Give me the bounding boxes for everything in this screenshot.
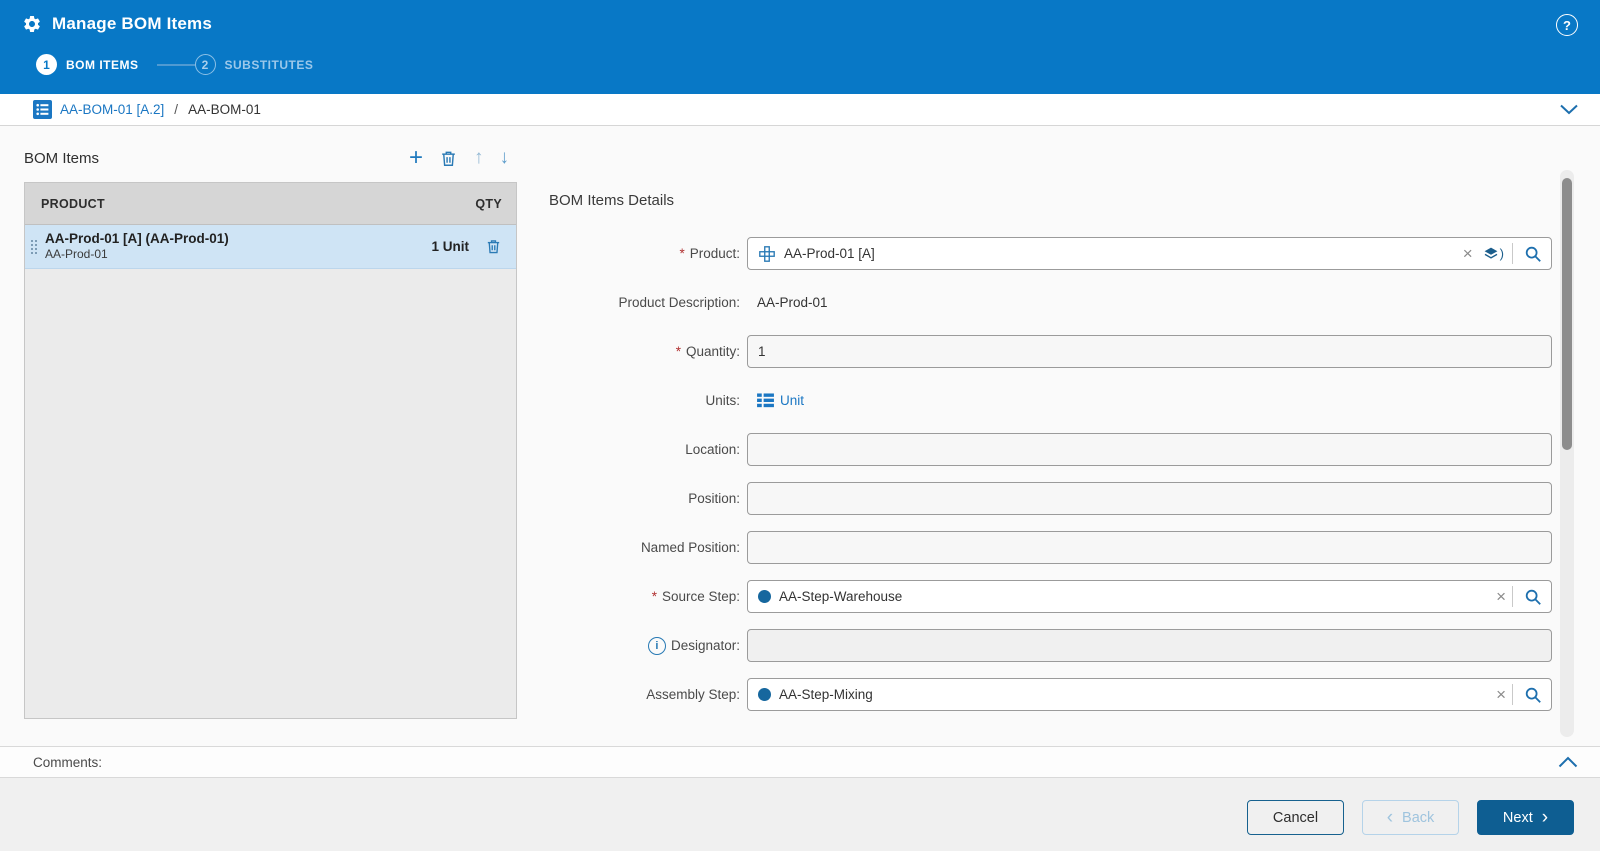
product-description-value: AA-Prod-01	[757, 295, 828, 310]
breadcrumb-current: AA-BOM-01	[188, 102, 261, 117]
bom-items-panel: BOM Items + ↑ ↓ PRODUCT QTY AA-Prod-01 […	[24, 126, 517, 746]
step-connector-line	[157, 64, 195, 66]
chevron-left-icon: ‹	[1387, 808, 1393, 827]
clear-icon[interactable]: ×	[1492, 686, 1510, 703]
source-step-value: AA-Step-Warehouse	[779, 589, 902, 604]
table-row[interactable]: AA-Prod-01 [A] (AA-Prod-01) AA-Prod-01 1…	[25, 225, 516, 269]
step-icon	[758, 688, 771, 701]
move-down-icon[interactable]: ↓	[500, 148, 510, 168]
required-marker: *	[652, 589, 657, 604]
revisions-icon[interactable]: )	[1483, 246, 1504, 262]
picker-divider	[1512, 586, 1513, 607]
wizard-step-substitutes[interactable]: 2 SUBSTITUTES	[195, 54, 314, 75]
search-icon[interactable]	[1515, 238, 1551, 269]
clear-icon[interactable]: ×	[1492, 588, 1510, 605]
chevron-right-icon: ›	[1542, 808, 1548, 827]
delete-icon[interactable]	[439, 149, 458, 168]
next-label: Next	[1503, 810, 1533, 826]
product-picker[interactable]: AA-Prod-01 [A] × )	[747, 237, 1552, 270]
back-button[interactable]: ‹ Back	[1362, 800, 1459, 835]
search-icon[interactable]	[1515, 679, 1551, 710]
wizard-steps: 1 BOM ITEMS 2 SUBSTITUTES	[0, 54, 1600, 75]
table-empty-area	[25, 269, 516, 718]
info-icon[interactable]: i	[648, 637, 666, 655]
add-icon[interactable]: +	[409, 148, 423, 168]
assembly-step-label: Assembly Step:	[646, 687, 740, 702]
bom-items-table: PRODUCT QTY AA-Prod-01 [A] (AA-Prod-01) …	[24, 182, 517, 719]
location-label: Location:	[685, 442, 740, 457]
cancel-label: Cancel	[1273, 810, 1318, 826]
product-value: AA-Prod-01 [A]	[784, 246, 875, 261]
chevron-down-icon[interactable]	[1560, 104, 1578, 115]
units-icon	[757, 393, 774, 408]
details-title: BOM Items Details	[549, 192, 1600, 209]
move-up-icon[interactable]: ↑	[474, 148, 484, 168]
page-title: Manage BOM Items	[52, 14, 212, 34]
next-button[interactable]: Next ›	[1477, 800, 1574, 835]
breadcrumb: AA-BOM-01 [A.2] / AA-BOM-01	[0, 94, 1600, 126]
scrollbar-thumb[interactable]	[1562, 178, 1572, 450]
picker-divider	[1512, 243, 1513, 264]
step-label: SUBSTITUTES	[225, 58, 314, 72]
column-header-product: PRODUCT	[41, 197, 105, 211]
breadcrumb-bom-link[interactable]: AA-BOM-01 [A.2]	[60, 102, 164, 117]
product-description-label: Product Description:	[618, 295, 740, 310]
details-scrollbar[interactable]	[1560, 170, 1574, 737]
breadcrumb-separator: /	[174, 102, 178, 117]
wizard-step-bom-items[interactable]: 1 BOM ITEMS	[36, 54, 139, 75]
help-icon[interactable]: ?	[1556, 14, 1578, 36]
product-icon	[758, 245, 776, 263]
named-position-field[interactable]	[747, 531, 1552, 564]
row-product-name: AA-Prod-01 [A] (AA-Prod-01)	[45, 230, 229, 248]
quantity-label: Quantity:	[686, 344, 740, 359]
cancel-button[interactable]: Cancel	[1247, 800, 1344, 835]
collapse-icon[interactable]	[1558, 756, 1578, 768]
comments-label: Comments:	[33, 755, 102, 770]
bom-items-details: BOM Items Details * Product: AA-Prod-01 …	[549, 126, 1600, 746]
required-marker: *	[679, 246, 684, 261]
manage-gear-icon	[22, 14, 42, 34]
units-label: Units:	[705, 393, 740, 408]
clear-icon[interactable]: ×	[1459, 245, 1477, 262]
bom-icon	[33, 100, 52, 119]
comments-section: Comments:	[0, 746, 1600, 778]
row-delete-icon[interactable]	[485, 238, 502, 255]
search-icon[interactable]	[1515, 581, 1551, 612]
position-field[interactable]	[747, 482, 1552, 515]
designator-field[interactable]	[747, 629, 1552, 662]
source-step-label: Source Step:	[662, 589, 740, 604]
quantity-field[interactable]	[747, 335, 1552, 368]
assembly-step-picker[interactable]: AA-Step-Mixing ×	[747, 678, 1552, 711]
product-label: Product:	[690, 246, 740, 261]
wizard-body: BOM Items + ↑ ↓ PRODUCT QTY AA-Prod-01 […	[0, 126, 1600, 746]
back-label: Back	[1402, 810, 1434, 826]
drag-handle-icon[interactable]	[31, 240, 37, 254]
wizard-footer: Cancel ‹ Back Next ›	[0, 778, 1600, 851]
table-header: PRODUCT QTY	[25, 183, 516, 225]
source-step-picker[interactable]: AA-Step-Warehouse ×	[747, 580, 1552, 613]
picker-divider	[1512, 684, 1513, 705]
position-label: Position:	[688, 491, 740, 506]
step-number-badge: 1	[36, 54, 57, 75]
column-header-qty: QTY	[475, 197, 502, 211]
units-link[interactable]: Unit	[757, 393, 804, 408]
assembly-step-value: AA-Step-Mixing	[779, 687, 873, 702]
location-field[interactable]	[747, 433, 1552, 466]
step-number-badge: 2	[195, 54, 216, 75]
row-qty: 1 Unit	[431, 239, 469, 254]
step-label: BOM ITEMS	[66, 58, 139, 72]
required-marker: *	[676, 344, 681, 359]
row-product-description: AA-Prod-01	[45, 247, 229, 263]
designator-label: Designator:	[671, 638, 740, 653]
panel-title: BOM Items	[24, 150, 99, 167]
wizard-header: Manage BOM Items ? 1 BOM ITEMS 2 SUBSTIT…	[0, 0, 1600, 94]
units-value: Unit	[780, 393, 804, 408]
named-position-label: Named Position:	[641, 540, 740, 555]
step-icon	[758, 590, 771, 603]
